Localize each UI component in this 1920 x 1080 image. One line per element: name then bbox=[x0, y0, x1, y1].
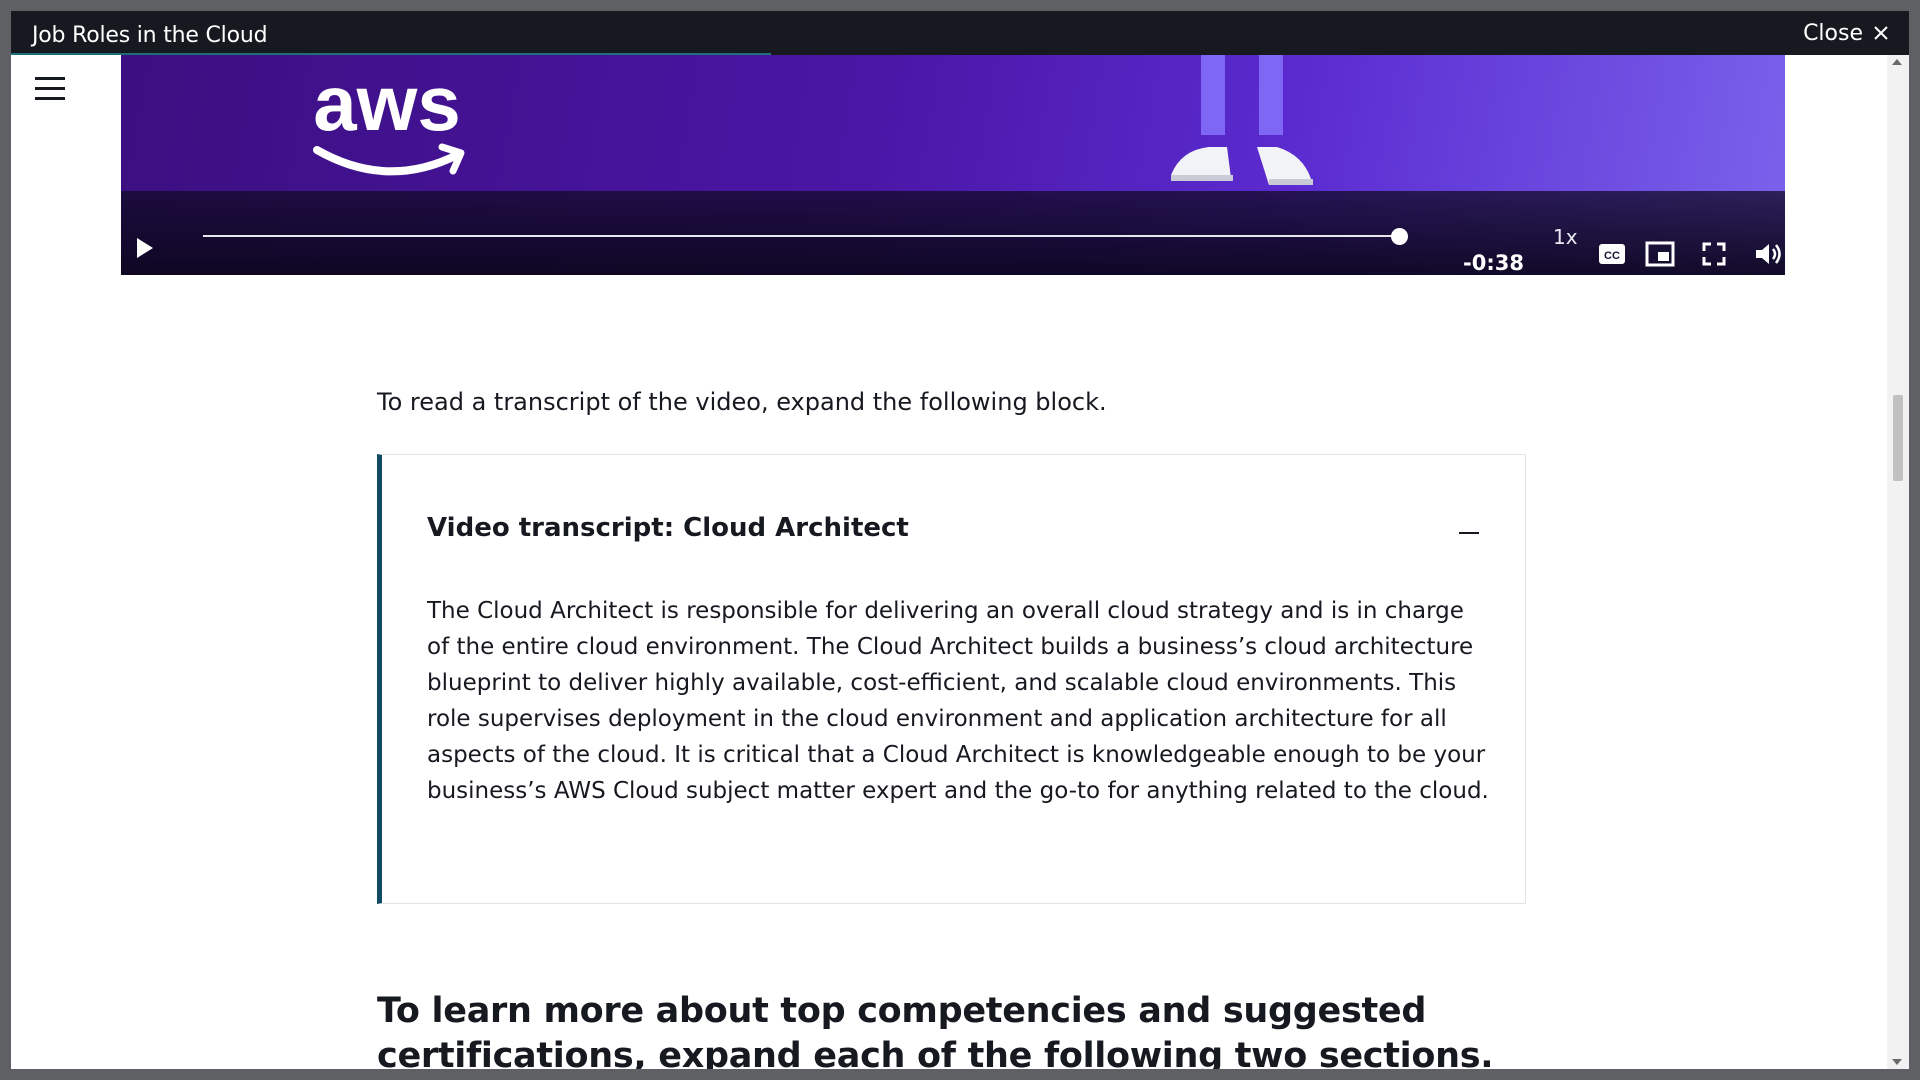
transcript-intro-text: To read a transcript of the video, expan… bbox=[377, 388, 1107, 416]
play-icon[interactable] bbox=[131, 235, 157, 261]
window-title: Job Roles in the Cloud bbox=[32, 23, 268, 48]
fullscreen-icon[interactable] bbox=[1699, 239, 1729, 269]
transcript-expandable-block: Video transcript: Cloud Architect The Cl… bbox=[377, 454, 1526, 904]
section-heading: To learn more about top competencies and… bbox=[377, 991, 1494, 1069]
menu-icon[interactable] bbox=[33, 75, 67, 103]
scroll-thumb[interactable] bbox=[1893, 395, 1903, 481]
scroll-down-arrow[interactable] bbox=[1892, 1059, 1902, 1065]
svg-text:CC: CC bbox=[1604, 250, 1620, 262]
person-illustration bbox=[1171, 55, 1313, 185]
close-label: Close bbox=[1803, 20, 1863, 46]
aws-logo: aws bbox=[313, 59, 465, 176]
video-controls: -0:38 1x CC bbox=[121, 191, 1785, 275]
scroll-up-arrow[interactable] bbox=[1892, 59, 1902, 65]
vertical-scrollbar[interactable] bbox=[1887, 55, 1909, 1069]
course-window: Job Roles in the Cloud Close aws -0:38 1… bbox=[11, 11, 1909, 1069]
volume-icon[interactable] bbox=[1753, 239, 1783, 269]
progress-bar[interactable] bbox=[203, 235, 1399, 237]
video-player[interactable]: aws -0:38 1x CC bbox=[121, 55, 1785, 275]
time-remaining: -0:38 bbox=[1463, 251, 1524, 275]
transcript-title[interactable]: Video transcript: Cloud Architect bbox=[427, 513, 909, 543]
aws-logo-text: aws bbox=[313, 59, 460, 147]
picture-in-picture-icon[interactable] bbox=[1645, 239, 1675, 269]
playback-speed-button[interactable]: 1x bbox=[1553, 225, 1578, 249]
progress-handle[interactable] bbox=[1391, 228, 1408, 245]
transcript-body: The Cloud Architect is responsible for d… bbox=[427, 598, 1489, 804]
collapse-icon[interactable] bbox=[1457, 521, 1481, 545]
close-button[interactable]: Close bbox=[1803, 19, 1889, 47]
captions-icon[interactable]: CC bbox=[1597, 239, 1627, 269]
title-bar: Job Roles in the Cloud Close bbox=[11, 11, 1909, 55]
close-icon bbox=[1874, 26, 1888, 40]
